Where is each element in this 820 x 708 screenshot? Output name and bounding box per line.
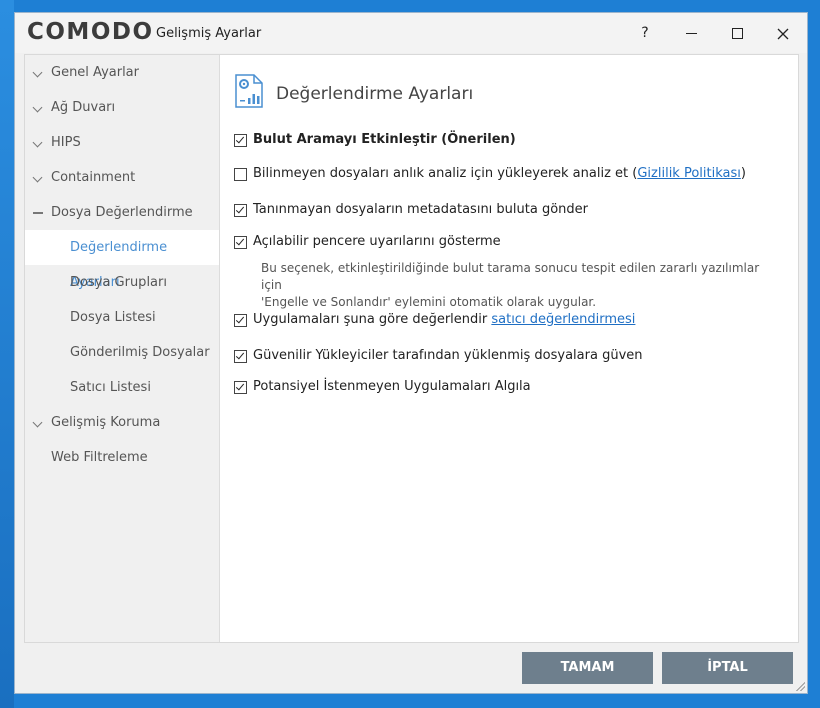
minimize-icon — [685, 33, 697, 34]
document-settings-icon — [234, 74, 264, 112]
privacy-policy-link[interactable]: Gizlilik Politikası — [637, 166, 741, 181]
settings-window: COMODO Gelişmiş Ayarlar ? Genel Ayarlar … — [14, 12, 808, 694]
desktop-background — [0, 0, 14, 708]
sidebar-item-gonderilmis-dosyalar[interactable]: Gönderilmiş Dosyalar — [25, 335, 219, 370]
sidebar-item-genel-ayarlar[interactable]: Genel Ayarlar — [25, 55, 219, 90]
window-title: Gelişmiş Ayarlar — [156, 26, 262, 41]
sidebar-item-dosya-listesi[interactable]: Dosya Listesi — [25, 300, 219, 335]
sidebar-item-degerlendirme-ayarlari[interactable]: Değerlendirme Ayarları — [25, 230, 219, 290]
option-label: Potansiyel İstenmeyen Uygulamaları Algıl… — [253, 379, 531, 394]
sidebar-item-label: Gönderilmiş Dosyalar — [70, 345, 210, 360]
sidebar-item-label: Dosya Listesi — [70, 310, 156, 325]
sidebar-item-label: Gelişmiş Koruma — [51, 415, 161, 430]
chevron-down-icon — [32, 102, 43, 113]
resize-grip-icon[interactable] — [795, 681, 805, 691]
minimize-button[interactable] — [671, 19, 711, 47]
sidebar-item-ag-duvari[interactable]: Ağ Duvarı — [25, 90, 219, 125]
option-label: Tanınmayan dosyaların metadatasını bulut… — [253, 202, 589, 217]
sidebar-item-label: Genel Ayarlar — [51, 65, 139, 80]
maximize-button[interactable] — [717, 19, 757, 47]
collapse-icon — [33, 212, 43, 214]
sidebar-item-label: Dosya Değerlendirme — [51, 205, 193, 220]
checkbox[interactable] — [234, 204, 247, 217]
content-area: Genel Ayarlar Ağ Duvarı HIPS Containment… — [24, 54, 799, 643]
chevron-down-icon — [32, 172, 43, 183]
checkbox[interactable] — [234, 350, 247, 363]
checkbox[interactable] — [234, 168, 247, 181]
title-bar: COMODO Gelişmiş Ayarlar ? — [15, 13, 807, 53]
sidebar-item-containment[interactable]: Containment — [25, 160, 219, 195]
option-description: Bu seçenek, etkinleştirildiğinde bulut t… — [261, 260, 781, 311]
checkbox[interactable] — [234, 381, 247, 394]
footer: TAMAM İPTAL — [15, 644, 807, 693]
sidebar-item-satici-listesi[interactable]: Satıcı Listesi — [25, 370, 219, 405]
close-icon — [777, 28, 789, 39]
checkbox[interactable] — [234, 236, 247, 249]
sidebar-item-dosya-gruplari[interactable]: Dosya Grupları — [25, 265, 219, 300]
option-label: Bilinmeyen dosyaları anlık analiz için y… — [253, 166, 746, 181]
checkbox[interactable] — [234, 314, 247, 327]
description-line: Bu seçenek, etkinleştirildiğinde bulut t… — [261, 261, 760, 292]
sidebar-item-label: Dosya Grupları — [70, 275, 167, 290]
option-label: Uygulamaları şuna göre değerlendir satıc… — [253, 312, 636, 327]
sidebar-item-label: Ağ Duvarı — [51, 100, 116, 115]
cancel-button[interactable]: İPTAL — [662, 652, 793, 684]
sidebar-item-label: Web Filtreleme — [51, 450, 148, 465]
vendor-rating-link[interactable]: satıcı değerlendirmesi — [491, 312, 635, 327]
comodo-logo: COMODO — [27, 19, 154, 45]
chevron-down-icon — [32, 67, 43, 78]
checkbox[interactable] — [234, 134, 247, 147]
sidebar-item-label: Satıcı Listesi — [70, 380, 151, 395]
chevron-down-icon — [32, 417, 43, 428]
sidebar: Genel Ayarlar Ağ Duvarı HIPS Containment… — [25, 55, 220, 642]
option-label: Bulut Aramayı Etkinleştir (Önerilen) — [253, 132, 516, 147]
description-line: 'Engelle ve Sonlandır' eylemini otomatik… — [261, 295, 597, 309]
ok-button[interactable]: TAMAM — [522, 652, 653, 684]
sidebar-item-gelismis-koruma[interactable]: Gelişmiş Koruma — [25, 405, 219, 440]
settings-panel: Değerlendirme Ayarları Bulut Aramayı Etk… — [221, 55, 798, 642]
page-title: Değerlendirme Ayarları — [276, 84, 474, 104]
close-button[interactable] — [763, 19, 803, 47]
chevron-down-icon — [32, 137, 43, 148]
sidebar-item-dosya-degerlendirme[interactable]: Dosya Değerlendirme — [25, 195, 219, 230]
sidebar-item-web-filtreleme[interactable]: Web Filtreleme — [25, 440, 219, 475]
sidebar-item-label: Containment — [51, 170, 136, 185]
help-button[interactable]: ? — [625, 19, 665, 47]
option-label: Açılabilir pencere uyarılarını gösterme — [253, 234, 501, 249]
maximize-icon — [731, 28, 743, 39]
sidebar-item-label: HIPS — [51, 135, 81, 150]
option-label: Güvenilir Yükleyiciler tarafından yüklen… — [253, 348, 643, 363]
sidebar-item-hips[interactable]: HIPS — [25, 125, 219, 160]
